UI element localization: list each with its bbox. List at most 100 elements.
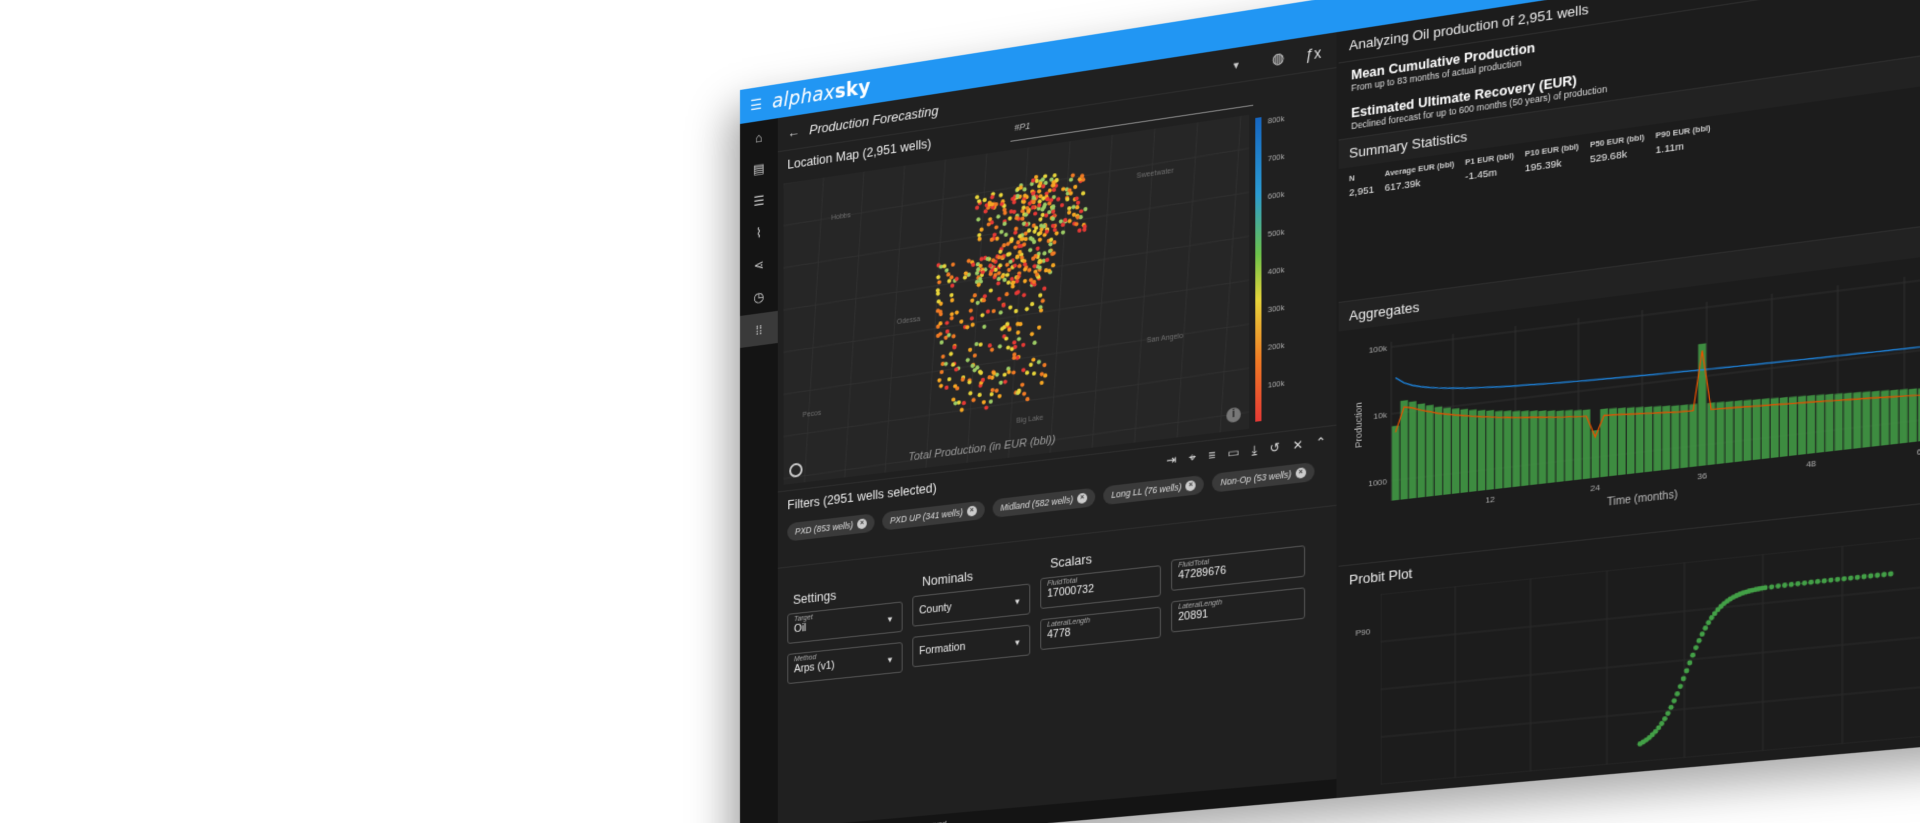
well-dot	[1003, 232, 1009, 238]
grid-icon[interactable]: ⁞⁞	[740, 310, 778, 348]
location-pin-icon[interactable]: ⌖	[1189, 449, 1196, 465]
playlist-add-icon[interactable]: ≡	[1208, 447, 1215, 464]
label-icon[interactable]: ▭	[1228, 444, 1240, 461]
login-icon[interactable]: ⇥	[1166, 452, 1176, 469]
production-bar	[1609, 407, 1617, 477]
well-dot	[938, 383, 944, 389]
probit-point	[1788, 581, 1795, 588]
menu-icon[interactable]: ☰	[740, 93, 772, 115]
well-dot	[1006, 267, 1012, 273]
well-dot	[1038, 216, 1043, 222]
well-dot	[1024, 306, 1029, 312]
probit-point	[1696, 637, 1702, 644]
well-dot	[1047, 188, 1052, 193]
scalar-field[interactable]: FluidTotal 17000732	[1040, 565, 1161, 610]
production-bar	[1469, 409, 1477, 492]
well-dot	[989, 391, 994, 397]
well-dot	[1002, 372, 1007, 378]
county-select[interactable]: County ▼	[912, 583, 1031, 627]
well-dot	[968, 308, 973, 314]
well-dot	[947, 376, 952, 382]
well-dot	[1022, 391, 1027, 397]
well-dot	[982, 197, 987, 203]
chevron-down-icon[interactable]: ▼	[1232, 59, 1241, 71]
probit-point	[1795, 580, 1801, 587]
production-bar	[1807, 394, 1816, 454]
target-select[interactable]: Target Oil ▼	[787, 601, 903, 645]
county-line	[1220, 116, 1241, 432]
chip-remove-icon[interactable]: ×	[1295, 467, 1306, 479]
well-dot	[1049, 237, 1054, 243]
download-icon[interactable]: ⤓	[1252, 442, 1257, 458]
production-bar	[1662, 405, 1671, 471]
well-dot	[1005, 252, 1011, 258]
legend-tick: 100k	[1267, 378, 1285, 390]
well-dot	[1027, 228, 1032, 234]
production-bar	[1761, 398, 1770, 460]
well-dot	[1031, 177, 1036, 183]
county-line	[1177, 122, 1197, 437]
scalar-field[interactable]: LateralLength 4778	[1040, 606, 1161, 651]
well-dot	[983, 208, 988, 214]
x-tick-label: 24	[1590, 483, 1600, 494]
probit-point	[1874, 572, 1881, 579]
production-bar	[1391, 425, 1400, 501]
probit-point	[1674, 690, 1680, 697]
well-dot	[938, 321, 943, 326]
chevron-up-icon[interactable]: ⌃	[1315, 434, 1326, 451]
scalar-field[interactable]: LateralLength 20891	[1171, 587, 1306, 633]
chip-remove-icon[interactable]: ×	[1185, 479, 1196, 492]
well-dot	[954, 310, 959, 315]
palette-icon[interactable]: ◍	[1266, 48, 1291, 70]
well-dot	[962, 275, 968, 280]
close-icon[interactable]: ✕	[1292, 437, 1302, 454]
well-dot	[944, 320, 950, 326]
well-dot	[993, 272, 998, 278]
nav-rail: ⌂ ▤ ☰ ⌇ ⋖ ◷ ⁞⁞	[740, 118, 778, 823]
well-dot	[1081, 190, 1086, 196]
well-dot	[968, 390, 973, 396]
chip-remove-icon[interactable]: ×	[966, 505, 977, 517]
well-dot	[1022, 278, 1028, 284]
back-arrow-icon[interactable]: ←	[787, 124, 799, 141]
well-dot	[1034, 178, 1039, 184]
production-bar	[1451, 408, 1460, 494]
well-dot	[943, 361, 948, 367]
footer: © AlphaX Decision Sciences. All Rights R…	[777, 779, 1337, 823]
location-map[interactable]: Hobbs Sweetwater Odessa Pecos San Angelo…	[783, 114, 1250, 485]
well-dot	[975, 205, 980, 211]
map-canvas[interactable]	[784, 115, 1250, 485]
timer-icon[interactable]: ◷	[740, 279, 778, 316]
probit-y-label: P90	[1355, 626, 1371, 638]
legend-tick: 800k	[1267, 113, 1285, 126]
well-dot	[1022, 242, 1027, 247]
function-icon[interactable]: ƒx	[1301, 43, 1326, 64]
filter-chip[interactable]: PXD (853 wells) ×	[787, 513, 875, 542]
formation-select[interactable]: Formation ▼	[912, 624, 1031, 668]
well-dot	[1012, 263, 1018, 269]
left-panel: ← Production Forecasting ▼ ◍ ƒx Location…	[777, 32, 1337, 823]
chip-remove-icon[interactable]: ×	[857, 518, 867, 530]
history-icon[interactable]: ↺	[1270, 439, 1280, 456]
probit-point	[1775, 583, 1781, 589]
well-dot	[946, 272, 951, 277]
well-dot	[1021, 205, 1026, 211]
well-dot	[1006, 280, 1011, 286]
method-select[interactable]: Method Arps (v1) ▼	[787, 641, 903, 685]
well-dot	[1027, 267, 1032, 273]
production-bar	[1825, 393, 1834, 452]
well-dot	[1016, 336, 1022, 342]
well-dot	[950, 297, 955, 303]
well-dot	[1040, 298, 1045, 304]
well-dot	[1008, 259, 1013, 265]
well-dot	[988, 399, 993, 405]
chip-remove-icon[interactable]: ×	[1077, 492, 1088, 505]
well-dot	[1021, 342, 1026, 348]
well-dot	[976, 217, 981, 222]
well-dot	[1039, 380, 1044, 386]
well-dot	[997, 393, 1002, 399]
right-panel: Analyzing Oil production of 2,951 wells …	[1338, 0, 1920, 798]
scalar-field[interactable]: FluidTotal 47289676	[1171, 545, 1306, 591]
y-tick-label: 100k	[1369, 343, 1387, 355]
production-bar	[1752, 398, 1761, 461]
